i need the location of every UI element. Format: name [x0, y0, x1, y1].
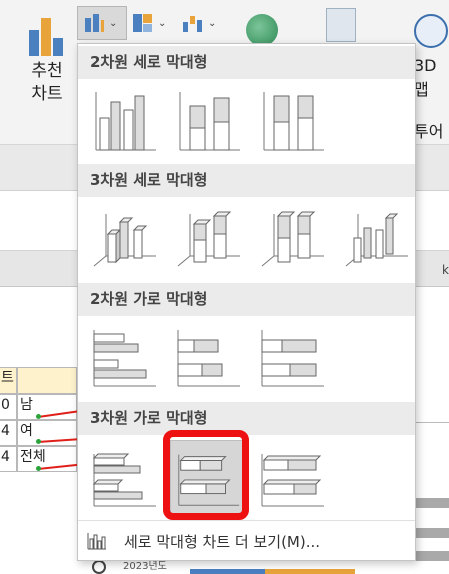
chart-bar [413, 528, 449, 538]
chart-bar-segment [190, 569, 265, 574]
3d-clustered-bar-icon [92, 453, 156, 507]
recommended-label-2: 차트 [31, 84, 63, 104]
section-3d-bar-title: 3차원 가로 막대형 [78, 402, 415, 435]
3d-100-stacked-column-icon [261, 211, 324, 267]
100-stacked-bar-icon [261, 330, 324, 387]
header-cell-2[interactable] [17, 367, 77, 394]
clustered-column-icon [95, 92, 156, 151]
green-dot [36, 414, 41, 419]
3d-map-button[interactable]: 3D 맵 [414, 14, 449, 102]
100-stacked-column-option[interactable] [254, 82, 330, 158]
recommended-charts-icon [27, 14, 67, 56]
chart-bar [413, 498, 449, 508]
row-num-cell[interactable]: 4 [0, 446, 17, 472]
3d-stacked-column-option[interactable] [170, 200, 246, 276]
clustered-bar-option[interactable] [86, 320, 162, 396]
header-cell-text: 트 [1, 370, 14, 386]
tour-label: 투어 [414, 122, 444, 141]
100-stacked-column-icon [263, 92, 324, 151]
green-dot [36, 466, 41, 471]
more-column-charts-label: 세로 막대형 차트 더 보기(M)... [124, 532, 321, 551]
waterfall-chart-button[interactable]: ⌄ [181, 6, 225, 40]
hierarchy-chart-button[interactable]: ⌄ [131, 6, 175, 40]
more-column-charts-link[interactable]: 세로 막대형 차트 더 보기(M)... [86, 528, 320, 554]
section-2d-bar-title: 2차원 가로 막대형 [78, 283, 415, 316]
chart-bar-segment [265, 569, 355, 574]
stacked-bar-icon [177, 330, 240, 387]
3d-map-globe-icon [414, 14, 448, 48]
section-3d-column-title: 3차원 세로 막대형 [78, 164, 415, 197]
3d-clustered-column-option[interactable] [86, 200, 162, 276]
chevron-down-icon: ⌄ [109, 17, 118, 29]
hierarchy-chart-icon [133, 14, 152, 32]
highlight-annotation-box [163, 430, 249, 520]
recommended-label-1: 추천 [31, 61, 63, 81]
green-dot [36, 439, 41, 444]
3d-clustered-column-icon [93, 214, 156, 267]
column-chart-button[interactable]: ⌄ [77, 6, 127, 40]
maps-globe-icon[interactable] [246, 14, 278, 46]
clustered-bar-icon [93, 330, 156, 387]
section-2d-column-title: 2차원 세로 막대형 [78, 46, 415, 79]
3d-clustered-bar-option[interactable] [86, 440, 162, 516]
row-num-cell[interactable]: 0 [0, 394, 17, 420]
3d-100-stacked-bar-icon [261, 454, 324, 507]
recommended-charts-button[interactable]: 추천 차트 [22, 14, 72, 106]
row-num-cell[interactable]: 4 [0, 420, 17, 446]
column-header-label: k [442, 263, 449, 277]
waterfall-chart-icon [183, 16, 202, 32]
clustered-column-option[interactable] [86, 82, 162, 158]
3d-100-stacked-bar-option[interactable] [254, 440, 330, 516]
3d-map-label: 3D [414, 56, 437, 75]
chevron-down-icon: ⌄ [208, 17, 217, 29]
person-icon [92, 560, 106, 574]
more-charts-icon [87, 533, 106, 550]
stacked-bar-option[interactable] [170, 320, 246, 396]
column-chart-icon [85, 14, 104, 32]
chart-bar [413, 551, 449, 561]
pivot-chart-icon[interactable] [326, 8, 356, 42]
3d-column-icon [345, 213, 408, 267]
3d-100-stacked-column-option[interactable] [254, 200, 330, 276]
chart-gridline [416, 422, 449, 423]
3d-stacked-column-icon [177, 211, 240, 267]
3d-column-option[interactable] [338, 200, 414, 276]
map-label: 맵 [414, 80, 429, 99]
stacked-column-option[interactable] [170, 82, 246, 158]
gallery-footer-separator [78, 520, 415, 521]
100-stacked-bar-option[interactable] [254, 320, 330, 396]
stacked-column-icon [179, 92, 240, 151]
chevron-down-icon: ⌄ [158, 17, 167, 29]
header-cell[interactable]: 트 [0, 367, 17, 394]
